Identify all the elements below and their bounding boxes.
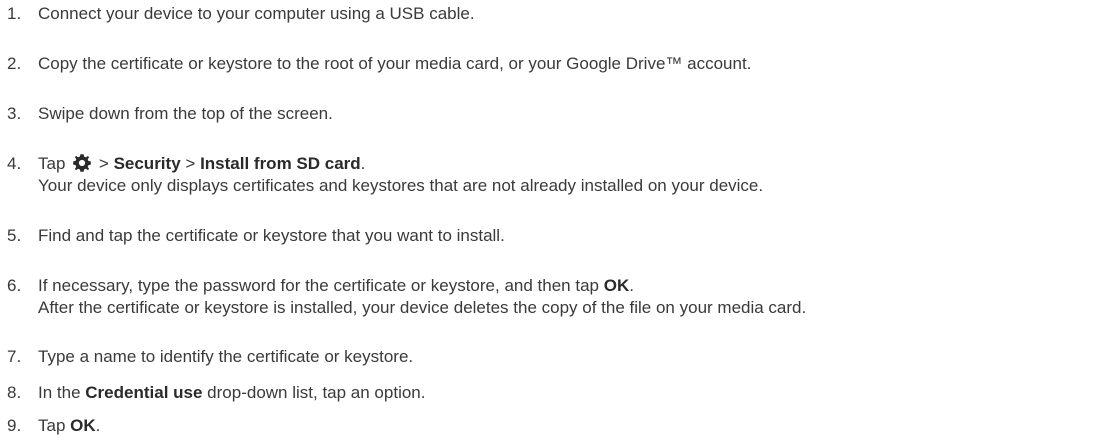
tap-word: Tap <box>38 154 66 173</box>
step-number: 1. <box>7 4 22 23</box>
period: . <box>95 416 101 435</box>
separator: > <box>98 154 109 173</box>
step-text: Copy the certificate or keystore to the … <box>38 54 752 73</box>
instruction-steps: 1. Connect your device to your computer … <box>0 0 1095 440</box>
step-text: In the Credential use drop-down list, ta… <box>38 382 425 404</box>
step-text-before: In the <box>38 383 81 402</box>
ok-label: OK <box>70 416 96 435</box>
step-number: 3. <box>7 104 22 123</box>
step-number: 9. <box>7 416 22 435</box>
step-text: Tap OK. <box>38 415 100 437</box>
step-6: 6. If necessary, type the password for t… <box>0 275 1090 319</box>
step-number: 5. <box>7 226 22 245</box>
step-text: Find and tap the certificate or keystore… <box>38 226 505 245</box>
step-number: 4. <box>7 154 22 173</box>
step-text: If necessary, type the password for the … <box>38 275 634 297</box>
step-4: 4. Tap > Security > Install from SD card… <box>0 153 1090 197</box>
step-text-before: Tap <box>38 416 66 435</box>
ok-label: OK <box>603 276 630 295</box>
step-number: 6. <box>7 276 22 295</box>
step-text: Connect your device to your computer usi… <box>38 4 475 23</box>
install-from-sd-card-label: Install from SD card <box>200 154 361 173</box>
step-number: 2. <box>7 54 22 73</box>
step-text: Type a name to identify the certificate … <box>38 347 414 366</box>
step-number: 8. <box>7 383 22 402</box>
period: . <box>360 154 366 173</box>
step-text-after: drop-down list, tap an option. <box>207 383 426 402</box>
gear-icon <box>72 153 92 173</box>
period: . <box>629 276 634 295</box>
step-number: 7. <box>7 347 22 366</box>
step-text-before: If necessary, type the password for the … <box>38 276 599 295</box>
step-text: Tap > Security > Install from SD card. <box>38 153 365 175</box>
credential-use-label: Credential use <box>85 383 203 402</box>
step-text: Swipe down from the top of the screen. <box>38 104 333 123</box>
step-note: Your device only displays certificates a… <box>38 176 764 195</box>
security-menu-label: Security <box>113 154 181 173</box>
separator: > <box>185 154 196 173</box>
step-note: After the certificate or keystore is ins… <box>38 298 807 317</box>
